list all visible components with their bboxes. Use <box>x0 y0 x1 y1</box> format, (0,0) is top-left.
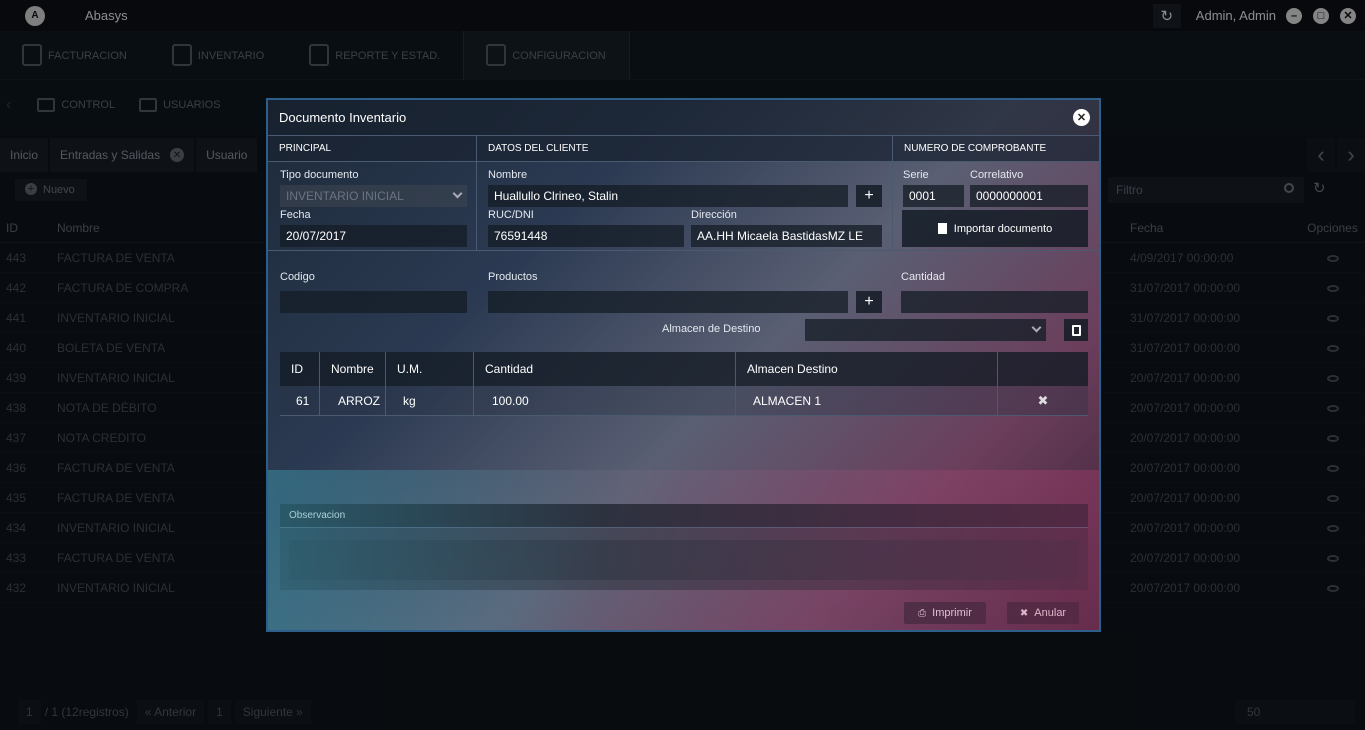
documento-inventario-dialog: Documento Inventario ✕ PRINCIPAL DATOS D… <box>266 98 1101 632</box>
delete-row-icon[interactable]: ✖ <box>998 386 1088 415</box>
direccion-label: Dirección <box>691 209 737 221</box>
chevron-down-icon <box>452 188 463 199</box>
grid-cell-cantidad[interactable]: 100.00 <box>474 386 736 415</box>
grid-col-um: U.M. <box>386 352 474 386</box>
fecha-input[interactable]: 20/07/2017 <box>280 225 467 247</box>
grid-header: ID Nombre U.M. Cantidad Almacen Destino <box>280 352 1088 386</box>
serie-input[interactable]: 0001 <box>903 185 964 207</box>
cancel-icon: ✖ <box>1019 607 1029 619</box>
tipo-value: INVENTARIO INICIAL <box>286 189 404 203</box>
grid-col-almacen: Almacen Destino <box>736 352 998 386</box>
grid-col-id: ID <box>280 352 320 386</box>
ruc-label: RUC/DNI <box>488 209 534 221</box>
printer-icon: ⎙ <box>918 607 927 619</box>
grid-row: 61 ARROZ kg 100.00 ALMACEN 1 ✖ <box>280 386 1088 416</box>
importar-documento-button[interactable]: Importar documento <box>902 210 1088 247</box>
direccion-input[interactable]: AA.HH Micaela BastidasMZ LE <box>691 225 882 247</box>
imprimir-label: Imprimir <box>932 607 972 619</box>
grid-col-actions <box>998 352 1088 386</box>
cantidad-label: Cantidad <box>901 271 946 283</box>
grid-cell-id: 61 <box>280 386 320 415</box>
almacen-select[interactable] <box>805 319 1046 341</box>
ruc-input[interactable]: 76591448 <box>488 225 684 247</box>
add-product-button[interactable]: + <box>856 291 882 313</box>
codigo-label: Codigo <box>280 271 315 283</box>
products-grid: ID Nombre U.M. Cantidad Almacen Destino … <box>280 352 1088 416</box>
close-dialog-icon[interactable]: ✕ <box>1073 109 1090 126</box>
serie-label: Serie <box>903 169 929 181</box>
observacion-panel: Observacion <box>280 504 1088 590</box>
grid-cell-um: kg <box>386 386 474 415</box>
anular-button[interactable]: ✖ Anular <box>1007 602 1079 624</box>
correlativo-label: Correlativo <box>970 169 1024 181</box>
productos-label: Productos <box>488 271 538 283</box>
nombre-input[interactable]: Huallullo Clrineo, Stalin <box>488 185 848 207</box>
divider <box>268 250 1099 251</box>
add-client-button[interactable]: + <box>856 185 882 207</box>
section-header: PRINCIPAL <box>268 136 476 162</box>
codigo-input[interactable] <box>280 291 467 313</box>
almacen-label: Almacen de Destino <box>662 323 761 335</box>
fecha-label: Fecha <box>280 209 311 221</box>
productos-input[interactable] <box>488 291 848 313</box>
correlativo-input[interactable]: 0000000001 <box>970 185 1088 207</box>
tipo-documento-select[interactable]: INVENTARIO INICIAL <box>280 185 467 207</box>
grid-col-nombre: Nombre <box>320 352 386 386</box>
grid-col-cantidad: Cantidad <box>474 352 736 386</box>
grid-cell-almacen: ALMACEN 1 <box>736 386 998 415</box>
observacion-label: Observacion <box>280 504 1088 528</box>
importar-label: Importar documento <box>953 222 1053 235</box>
anular-label: Anular <box>1034 607 1067 619</box>
observacion-input[interactable] <box>289 540 1079 580</box>
clipboard-icon[interactable] <box>1064 319 1088 341</box>
section-header: DATOS DEL CLIENTE <box>477 136 892 162</box>
grid-cell-nombre: ARROZ <box>320 386 386 415</box>
imprimir-button[interactable]: ⎙ Imprimir <box>904 602 986 624</box>
tipo-label: Tipo documento <box>280 169 359 181</box>
chevron-down-icon <box>1031 322 1042 333</box>
dialog-title: Documento Inventario <box>268 100 1099 136</box>
nombre-label: Nombre <box>488 169 528 181</box>
document-icon <box>937 223 947 234</box>
cantidad-input[interactable] <box>901 291 1088 313</box>
section-header: NUMERO DE COMPROBANTE <box>893 136 1099 162</box>
